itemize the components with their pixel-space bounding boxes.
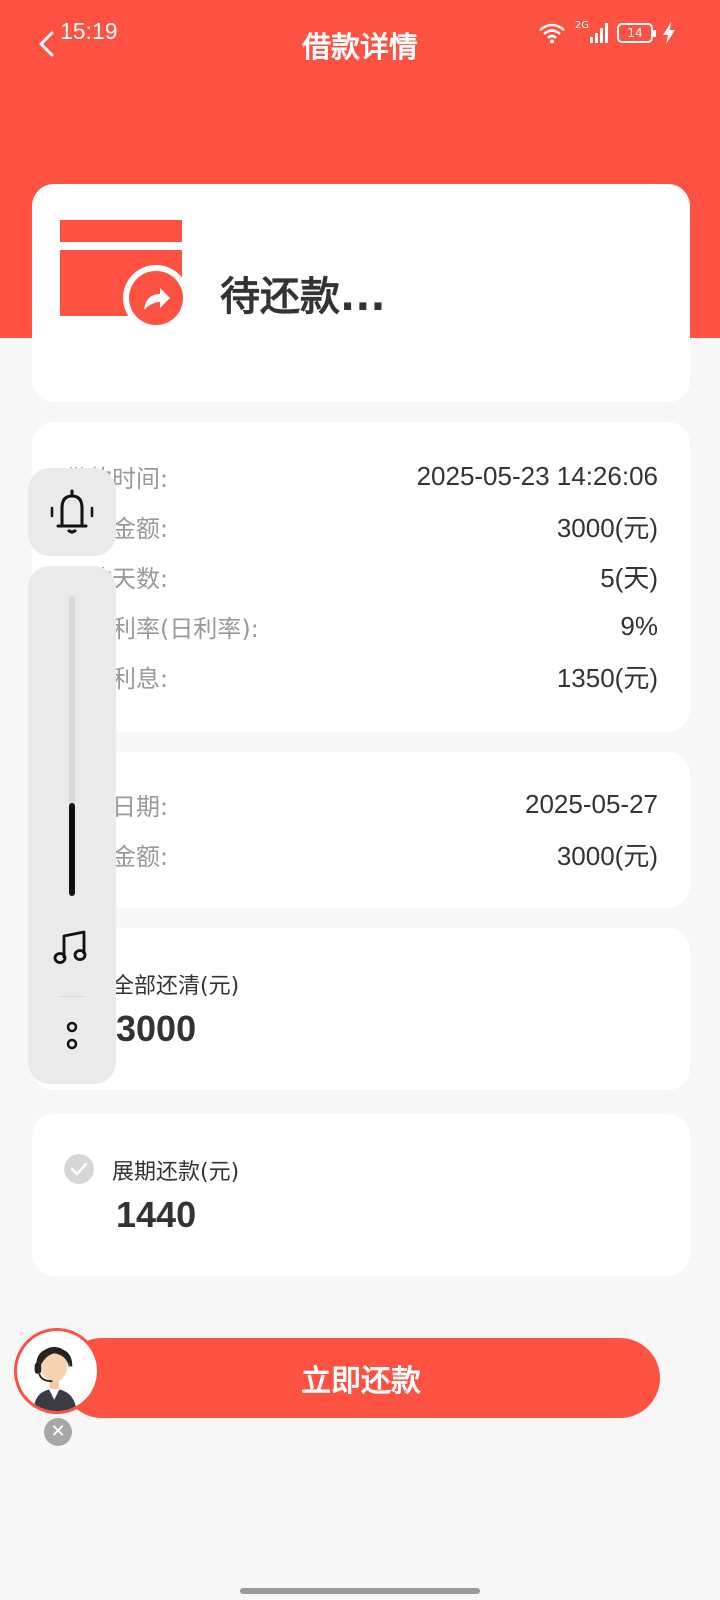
more-icon[interactable] bbox=[64, 1016, 80, 1056]
agent-illustration bbox=[33, 1346, 77, 1411]
check-icon[interactable] bbox=[64, 1154, 94, 1184]
loan-time-row: 借款时间: 2025-05-23 14:26:06 bbox=[64, 456, 658, 496]
due-amount-row: 还款金额: 3000(元) bbox=[64, 834, 658, 874]
loan-time-value: 2025-05-23 14:26:06 bbox=[416, 460, 658, 491]
due-date-row: 还款日期: 2025-05-27 bbox=[64, 784, 658, 824]
customer-service-avatar[interactable] bbox=[14, 1328, 100, 1414]
pay-full-label: 全部还清(元) bbox=[112, 974, 240, 999]
bell-icon bbox=[50, 489, 94, 534]
pay-full-amount: 3000 bbox=[116, 1008, 197, 1049]
volume-level bbox=[69, 803, 75, 896]
page-title: 借款详情 bbox=[301, 30, 418, 64]
loan-rate-value: 9% bbox=[620, 610, 658, 641]
pay-extension-label: 展期还款(元) bbox=[112, 1160, 240, 1185]
loan-rate-row: 借款利率(日利率): 9% bbox=[64, 606, 658, 646]
repay-now-button[interactable]: 立即还款 bbox=[62, 1338, 660, 1418]
wallet-icon bbox=[60, 220, 189, 328]
panel-divider bbox=[58, 996, 86, 997]
loan-info-card: 借款时间: 2025-05-23 14:26:06 借款金额: 3000(元) … bbox=[32, 422, 690, 732]
home-indicator[interactable] bbox=[240, 1588, 480, 1594]
repayment-info-card: 还款日期: 2025-05-27 还款金额: 3000(元) bbox=[32, 752, 690, 908]
pay-extension-option[interactable]: 展期还款(元) 1440 bbox=[32, 1114, 690, 1276]
loan-interest-row: 借款利息: 1350(元) bbox=[64, 656, 658, 696]
loan-interest-value: 1350(元) bbox=[556, 662, 658, 693]
loan-status-card: 待还款... bbox=[32, 184, 690, 402]
loan-days-value: 5(天) bbox=[600, 562, 658, 593]
close-icon[interactable]: ✕ bbox=[44, 1418, 72, 1446]
pay-full-option[interactable]: 全部还清(元) 3000 bbox=[32, 928, 690, 1090]
due-amount-value: 3000(元) bbox=[556, 840, 658, 871]
loan-status-text: 待还款... bbox=[220, 274, 386, 320]
music-icon[interactable] bbox=[52, 928, 92, 968]
loan-amount-value: 3000(元) bbox=[556, 512, 658, 543]
pay-extension-amount: 1440 bbox=[116, 1194, 197, 1235]
loan-amount-row: 借款金额: 3000(元) bbox=[64, 506, 658, 546]
due-date-value: 2025-05-27 bbox=[525, 788, 658, 819]
ringer-toggle[interactable] bbox=[28, 468, 116, 556]
volume-panel bbox=[28, 566, 116, 1084]
volume-slider[interactable] bbox=[69, 596, 75, 896]
loan-days-row: 借款天数: 5(天) bbox=[64, 556, 658, 596]
